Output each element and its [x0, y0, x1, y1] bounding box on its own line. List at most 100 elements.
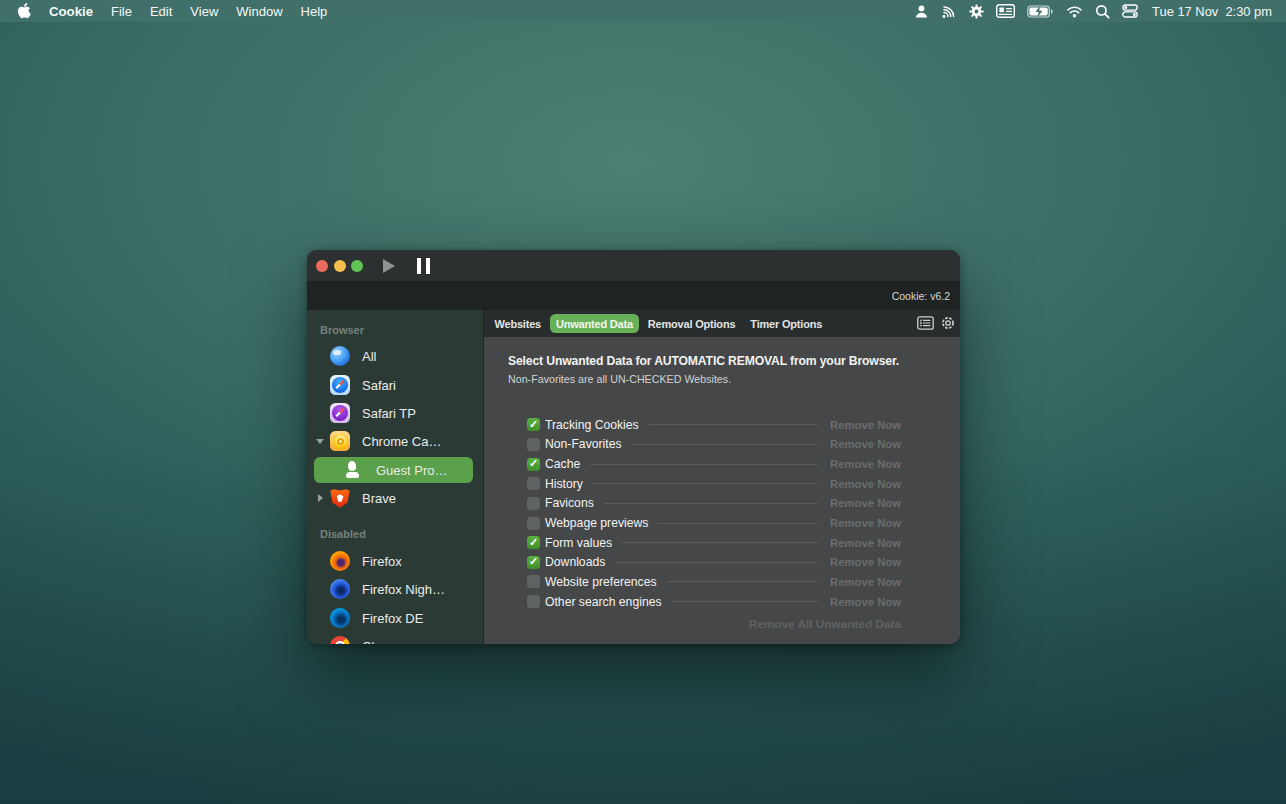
control-center-icon[interactable]: [1116, 0, 1144, 22]
guest-profile-glyph: [342, 460, 362, 480]
sidebar-section-label: Browser: [307, 318, 483, 342]
row-label: Webpage previews: [545, 516, 648, 530]
remove-now-button[interactable]: Remove Now: [830, 517, 901, 529]
gear-icon[interactable]: [963, 0, 990, 22]
tab-unwanted-data[interactable]: Unwanted Data: [550, 314, 639, 333]
close-button[interactable]: [316, 260, 328, 272]
tab-websites[interactable]: Websites: [489, 314, 548, 333]
input-source-icon[interactable]: [990, 0, 1021, 22]
row-label: Downloads: [545, 555, 605, 569]
checkbox-unchecked[interactable]: [527, 575, 540, 588]
sidebar-item-safari[interactable]: Safari: [307, 370, 483, 398]
checkbox-checked[interactable]: ✓: [527, 458, 540, 471]
leader-line: [672, 601, 819, 602]
content-heading: Select Unwanted Data for AUTOMATIC REMOV…: [508, 354, 899, 368]
firefox-icon: [330, 551, 350, 571]
check-icon: ✓: [529, 556, 538, 567]
pause-icon[interactable]: [417, 258, 430, 274]
tab-bar: WebsitesUnwanted DataRemoval OptionsTime…: [484, 310, 960, 337]
row-label: Favicons: [545, 496, 594, 510]
sidebar-item-chrome-canary[interactable]: Chrome Ca…: [307, 427, 483, 455]
chrome-glyph: [330, 636, 350, 644]
remove-now-button[interactable]: Remove Now: [830, 556, 901, 568]
firefox-glyph: [330, 551, 350, 571]
tab-removal-options[interactable]: Removal Options: [642, 314, 741, 333]
sidebar-item-guest-profile[interactable]: Guest Pro…: [307, 456, 483, 484]
zoom-button[interactable]: [351, 260, 363, 272]
search-icon[interactable]: [1089, 0, 1116, 22]
safari-glyph: [330, 375, 350, 395]
checkbox-unchecked[interactable]: [527, 497, 540, 510]
remove-now-button[interactable]: Remove Now: [830, 438, 901, 450]
remove-now-button[interactable]: Remove Now: [830, 419, 901, 431]
list-view-icon[interactable]: [917, 316, 934, 332]
checkbox-unchecked[interactable]: [527, 477, 540, 490]
sidebar-item-label: Firefox: [362, 553, 402, 568]
chevron-down-icon[interactable]: [316, 439, 324, 444]
tab-timer-options[interactable]: Timer Options: [744, 314, 828, 333]
leader-line: [615, 562, 818, 563]
check-icon: ✓: [529, 537, 538, 548]
checkbox-unchecked[interactable]: [527, 438, 540, 451]
data-row: Webpage previews Remove Now: [527, 513, 901, 533]
menu-file[interactable]: File: [102, 0, 141, 22]
data-row: Non-FavoritesRemove Now: [527, 435, 901, 455]
menu-help[interactable]: Help: [292, 0, 337, 22]
window-titlebar[interactable]: [307, 250, 960, 281]
checkbox-checked[interactable]: ✓: [527, 556, 540, 569]
sidebar-item-brave[interactable]: Brave: [307, 484, 483, 512]
menu-view[interactable]: View: [181, 0, 227, 22]
sidebar-item-label: Brave: [362, 491, 396, 506]
remove-now-button[interactable]: Remove Now: [830, 596, 901, 608]
sidebar-item-firefox-nightly[interactable]: Firefox Nigh…: [307, 575, 483, 603]
user-icon[interactable]: [908, 0, 935, 22]
window-info-strip: Cookie: v6.2: [307, 281, 960, 310]
data-row: ✓Form valuesRemove Now: [527, 533, 901, 553]
chrome-icon: [330, 636, 350, 644]
checkbox-checked[interactable]: ✓: [527, 418, 540, 431]
sidebar-item-label: Safari: [362, 377, 396, 392]
row-label: Website preferences: [545, 575, 657, 589]
remove-all-button[interactable]: Remove All Unwanted Data: [749, 617, 901, 631]
battery-charging-icon[interactable]: [1021, 0, 1060, 22]
minimize-button[interactable]: [334, 260, 346, 272]
leader-line: [590, 464, 818, 465]
play-icon[interactable]: [383, 259, 395, 273]
settings-gear-icon[interactable]: [940, 315, 956, 333]
menu-app-name[interactable]: Cookie: [40, 0, 102, 22]
sidebar-item-firefox-de[interactable]: Firefox DE: [307, 604, 483, 632]
toolbar-icons: [917, 315, 960, 333]
data-row: Other search engines Remove Now: [527, 592, 901, 612]
sidebar-item-chrome[interactable]: Chrome: [307, 632, 483, 644]
check-icon: ✓: [529, 458, 538, 469]
remove-now-button[interactable]: Remove Now: [830, 537, 901, 549]
menu-edit[interactable]: Edit: [141, 0, 181, 22]
chevron-right-icon[interactable]: [318, 494, 323, 502]
version-label: Cookie: v6.2: [892, 290, 950, 302]
row-label: History: [545, 477, 583, 491]
remove-now-button[interactable]: Remove Now: [830, 576, 901, 588]
wireless-signal-icon[interactable]: [935, 0, 963, 22]
menu-clock[interactable]: Tue 17 Nov 2:30 pm: [1144, 4, 1272, 19]
sidebar-item-safari-tp[interactable]: Safari TP: [307, 399, 483, 427]
data-row: ✓Tracking CookiesRemove Now: [527, 415, 901, 435]
apple-menu[interactable]: [0, 0, 40, 22]
data-row: History Remove Now: [527, 474, 901, 494]
sidebar-item-label: Firefox Nigh…: [362, 582, 445, 597]
sidebar-item-label: Guest Pro…: [376, 462, 448, 477]
remove-now-button[interactable]: Remove Now: [830, 497, 901, 509]
checkbox-unchecked[interactable]: [527, 595, 540, 608]
checkbox-checked[interactable]: ✓: [527, 536, 540, 549]
checkbox-unchecked[interactable]: [527, 517, 540, 530]
safari-tp-glyph: [330, 403, 350, 423]
sidebar-item-firefox[interactable]: Firefox: [307, 547, 483, 575]
sidebar-item-globe[interactable]: All: [307, 342, 483, 370]
firefox-de-icon: [330, 608, 350, 628]
cookie-app-window: Cookie: v6.2 BrowserAllSafariSafari TPCh…: [307, 250, 960, 644]
menu-window[interactable]: Window: [227, 0, 291, 22]
wifi-icon[interactable]: [1060, 0, 1089, 22]
remove-now-button[interactable]: Remove Now: [830, 458, 901, 470]
content-subheading: Non-Favorites are all UN-CHECKED Website…: [508, 373, 731, 385]
remove-now-button[interactable]: Remove Now: [830, 478, 901, 490]
row-label: Other search engines: [545, 595, 662, 609]
